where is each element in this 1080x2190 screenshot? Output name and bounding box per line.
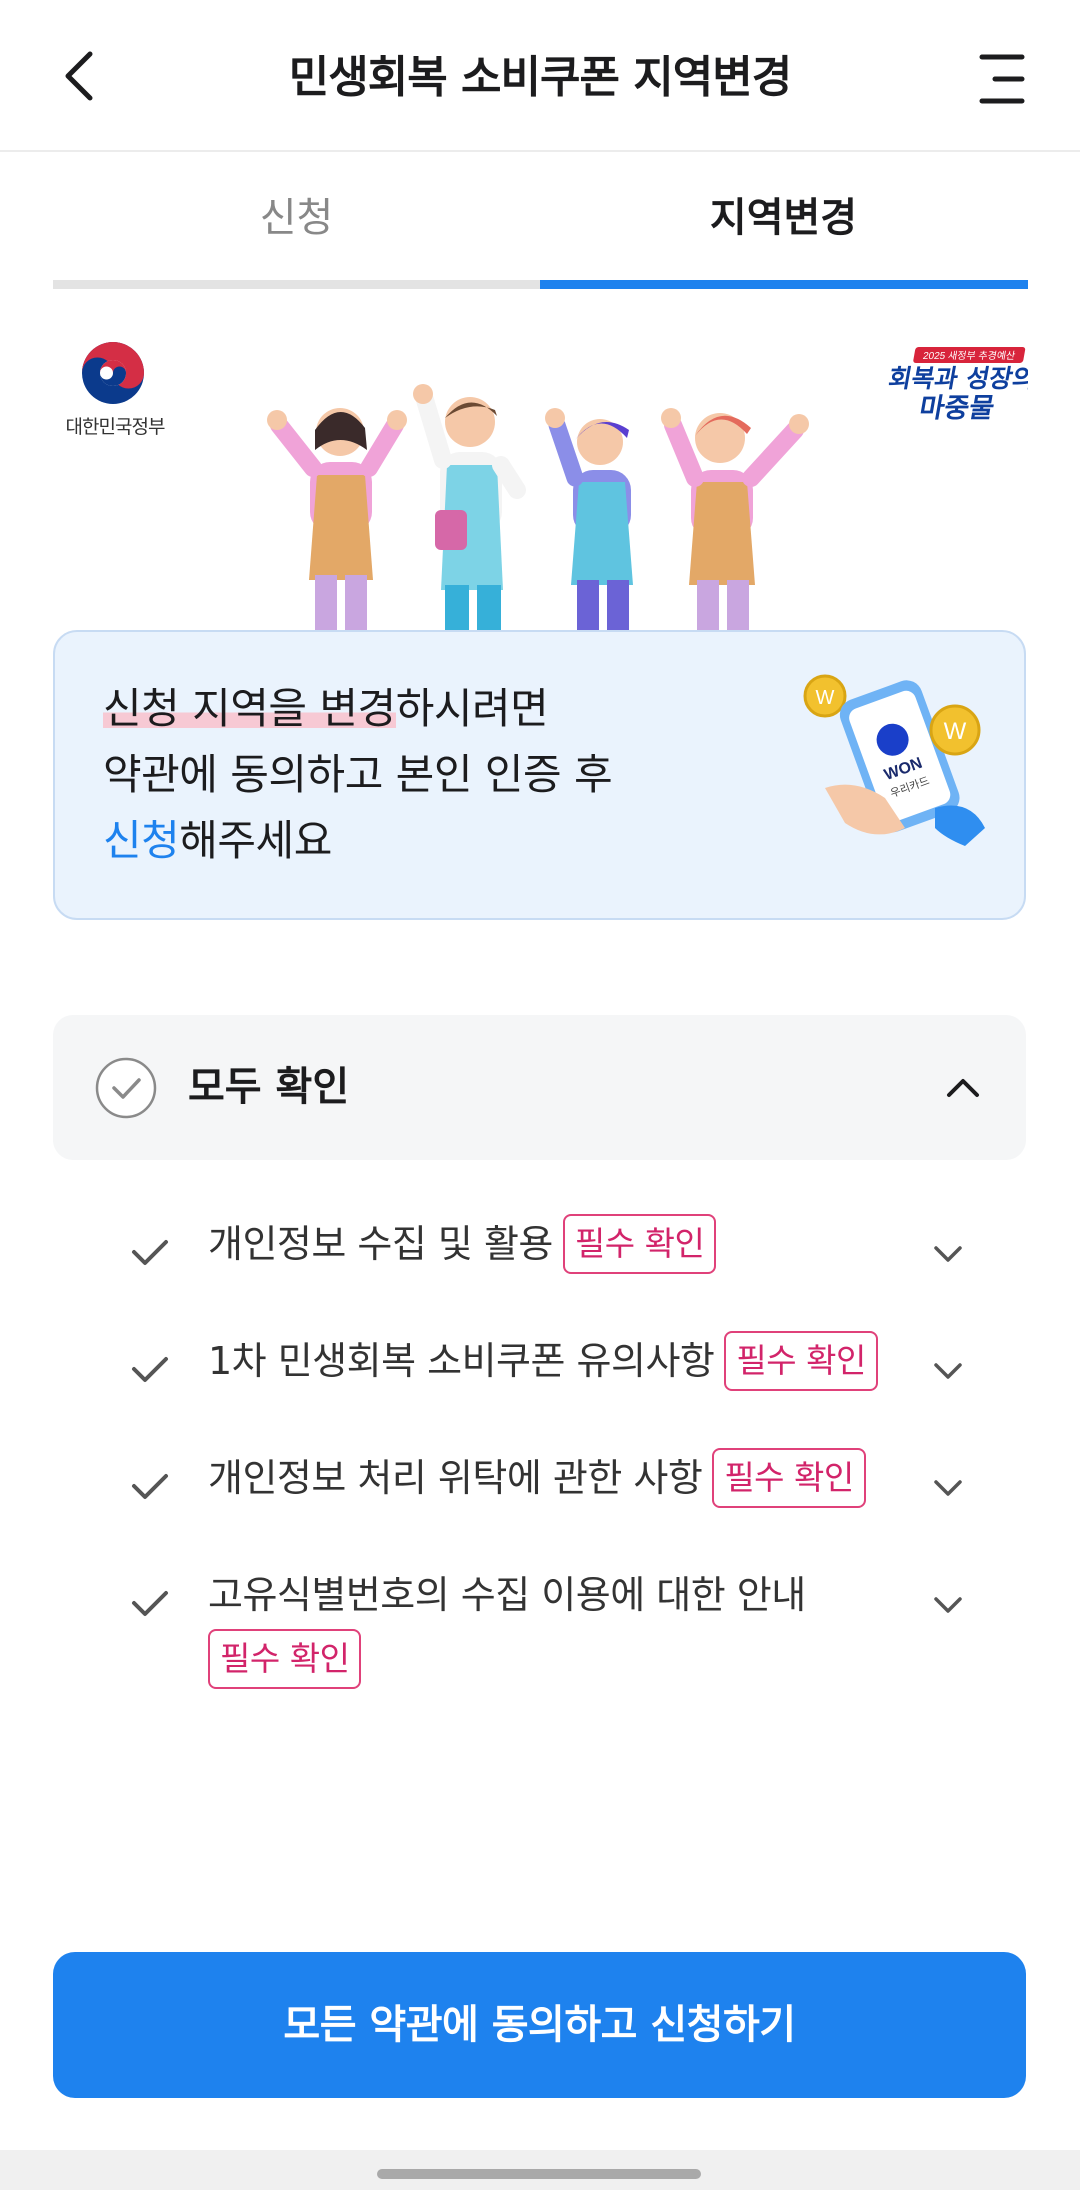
term-label: 개인정보 처리 위탁에 관한 사항: [208, 1456, 703, 1500]
system-nav-bar: [0, 2150, 1080, 2190]
svg-text:W: W: [944, 718, 967, 745]
required-badge: 필수 확인: [712, 1447, 866, 1508]
term-label-container: 고유식별번호의 수집 이용에 대한 안내필수 확인: [208, 1563, 828, 1692]
chevron-up-icon[interactable]: [943, 1067, 983, 1107]
info-message: 신청 지역을 변경하시려면 약관에 동의하고 본인 인증 후 신청해주세요: [103, 676, 613, 874]
chevron-down-icon[interactable]: [928, 1234, 968, 1274]
app-header: 민생회복 소비쿠폰 지역변경: [0, 0, 1080, 152]
page-title: 민생회복 소비쿠폰 지역변경: [288, 52, 792, 103]
required-badge: 필수 확인: [724, 1330, 878, 1391]
agree-all-label: 모두 확인: [188, 1064, 350, 1110]
info-line3-rest: 해주세요: [179, 816, 332, 865]
person-2: [413, 384, 526, 630]
term-label: 개인정보 수집 및 활용: [208, 1222, 553, 1266]
person-3: [545, 408, 633, 630]
info-apply-word: 신청: [103, 816, 180, 865]
cheering-people-illustration: [267, 384, 809, 630]
agree-and-apply-button[interactable]: 모든 약관에 동의하고 신청하기: [53, 1952, 1026, 2098]
agree-all-row[interactable]: 모두 확인: [53, 1015, 1026, 1160]
chevron-down-icon[interactable]: [928, 1468, 968, 1508]
chevron-left-icon: [65, 51, 93, 101]
tab-apply[interactable]: 신청: [53, 152, 540, 282]
term-label-container: 개인정보 수집 및 활용 필수 확인: [208, 1212, 908, 1277]
svg-text:W: W: [816, 687, 835, 709]
info-line2: 약관에 동의하고 본인 인증 후: [103, 750, 613, 799]
check-icon[interactable]: [128, 1464, 172, 1508]
gov-name: 대한민국정부: [65, 416, 166, 438]
slogan-line1: 회복과 성장의: [888, 364, 1028, 393]
required-badge: 필수 확인: [562, 1213, 717, 1274]
slogan-line2: 마중물: [917, 393, 997, 424]
term-label-container: 1차 민생회복 소비쿠폰 유의사항 필수 확인: [208, 1329, 908, 1394]
person-1: [267, 408, 407, 630]
chevron-down-icon[interactable]: [928, 1585, 968, 1625]
tab-bar: 신청 지역변경: [53, 152, 1028, 289]
phone-coin-illustration: W WON 우리카드 W: [803, 674, 985, 846]
info-card: 신청 지역을 변경하시려면 약관에 동의하고 본인 인증 후 신청해주세요 W …: [53, 630, 1026, 920]
chevron-down-icon[interactable]: [928, 1351, 968, 1391]
government-logo: 대한민국정부: [55, 340, 175, 450]
check-icon[interactable]: [128, 1347, 172, 1391]
menu-button[interactable]: [975, 52, 1029, 106]
tab-indicator: [540, 280, 1028, 289]
info-highlight: 신청 지역을 변경: [103, 684, 396, 733]
person-4: [661, 408, 809, 630]
term-label-container: 개인정보 처리 위탁에 관한 사항 필수 확인: [208, 1446, 908, 1511]
taegeuk-emblem-icon: [82, 342, 144, 404]
home-indicator[interactable]: [377, 2169, 701, 2179]
slogan-top: 2025 새정부 추경예산: [922, 349, 1016, 362]
info-line1-rest: 하시려면: [395, 684, 549, 733]
check-icon[interactable]: [128, 1230, 172, 1274]
term-label: 1차 민생회복 소비쿠폰 유의사항: [208, 1339, 715, 1383]
hamburger-menu-icon: [979, 54, 1025, 104]
slogan-logo: 2025 새정부 추경예산 회복과 성장의 마중물: [888, 347, 1028, 424]
back-button[interactable]: [52, 46, 112, 106]
tab-region-change[interactable]: 지역변경: [540, 152, 1027, 282]
term-label: 고유식별번호의 수집 이용에 대한 안내: [208, 1573, 806, 1617]
check-circle-icon[interactable]: [95, 1057, 157, 1119]
check-icon[interactable]: [128, 1581, 172, 1625]
required-badge: 필수 확인: [208, 1628, 362, 1689]
